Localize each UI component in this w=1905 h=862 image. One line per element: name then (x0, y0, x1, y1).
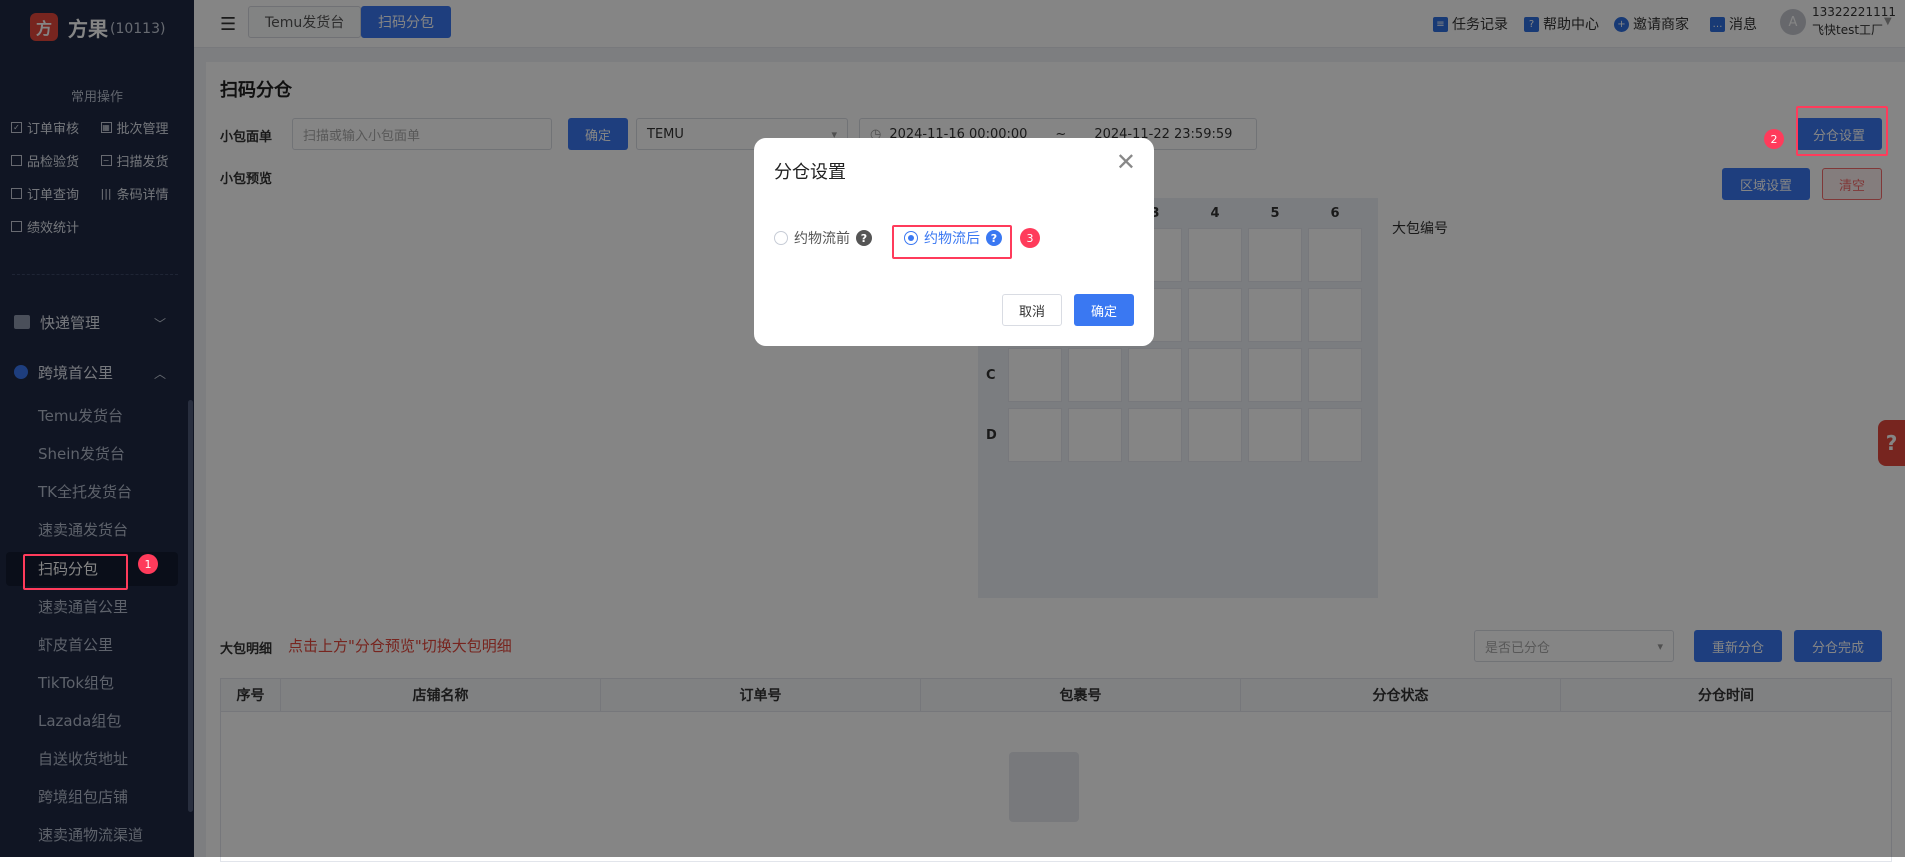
ok-button[interactable]: 确定 (1074, 294, 1134, 326)
close-icon[interactable]: ✕ (1116, 148, 1136, 176)
cancel-button[interactable]: 取消 (1002, 294, 1062, 326)
step3-highlight (892, 225, 1012, 259)
modal-overlay[interactable] (0, 0, 1905, 857)
step2-highlight (1796, 106, 1888, 156)
modal-title: 分仓设置 (774, 162, 846, 183)
step2-badge: 2 (1764, 129, 1784, 149)
option-before-logistics[interactable]: 约物流前 ? (774, 228, 872, 248)
radio-before[interactable] (774, 231, 788, 245)
help-icon[interactable]: ? (856, 230, 872, 246)
step1-highlight (23, 554, 128, 590)
option-before-label: 约物流前 (794, 231, 850, 247)
split-settings-modal: 分仓设置 ✕ 约物流前 ? 约物流后 ? 3 取消 确定 (754, 138, 1154, 346)
step3-badge: 3 (1020, 228, 1040, 248)
step1-badge: 1 (138, 554, 158, 574)
